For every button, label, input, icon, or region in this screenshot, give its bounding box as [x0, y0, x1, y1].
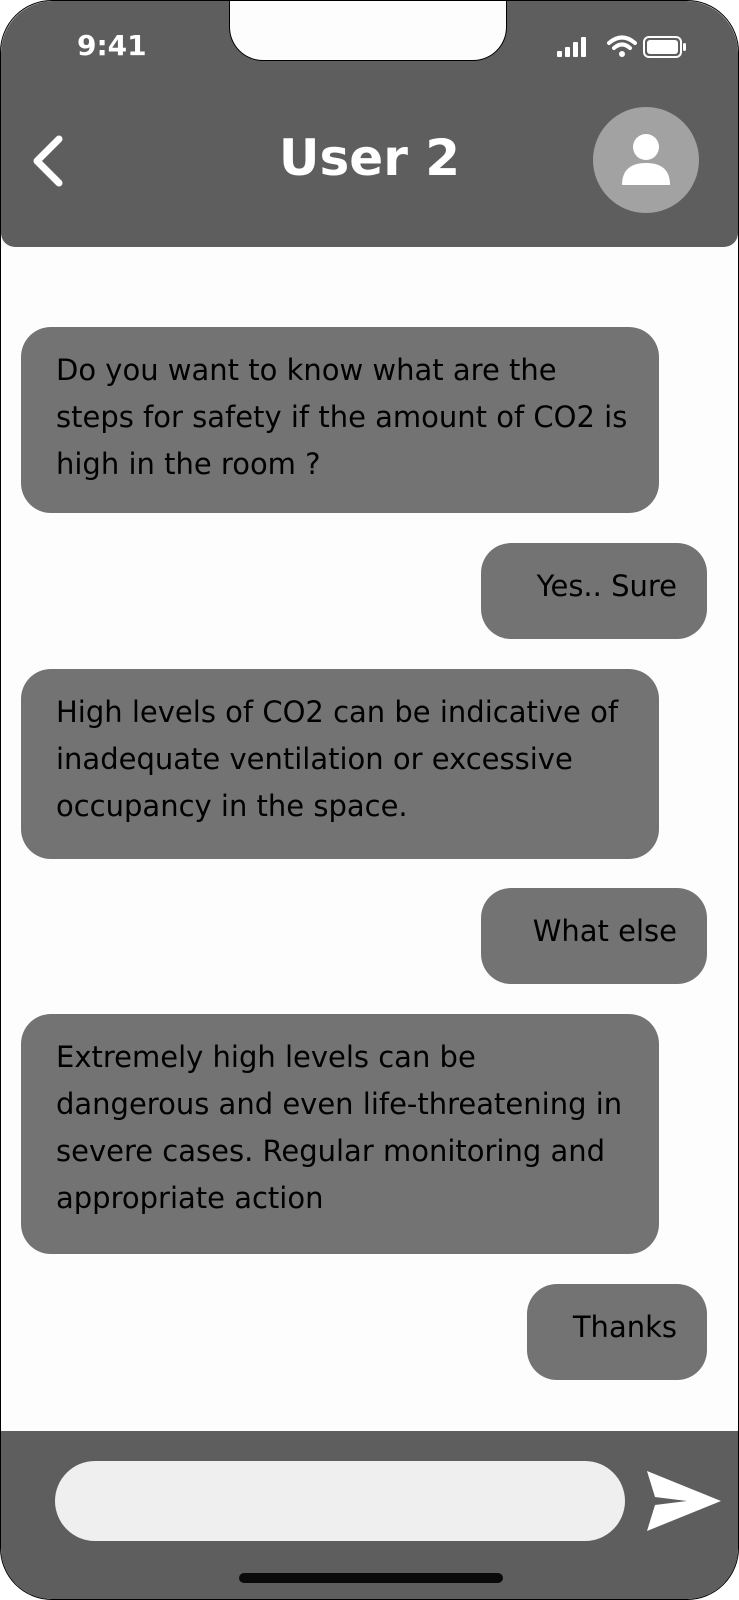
message-outgoing: Thanks [527, 1284, 707, 1380]
send-button[interactable] [643, 1465, 725, 1537]
battery-icon [643, 36, 686, 58]
message-incoming: Extremely high levels can be dangerous a… [21, 1014, 659, 1254]
user-icon [622, 134, 670, 185]
chat-header: 9:41 User 2 [1, 1, 738, 247]
status-time: 9:41 [77, 29, 147, 62]
status-icons [557, 35, 687, 59]
message-outgoing: Yes.. Sure [481, 543, 707, 639]
avatar[interactable] [593, 107, 699, 213]
composer-bar [1, 1431, 738, 1599]
home-indicator [239, 1573, 503, 1583]
message-input[interactable] [55, 1461, 625, 1541]
message-outgoing: What else [481, 888, 707, 984]
signal-icon [557, 37, 586, 57]
phone-screen: 9:41 User 2 Do you want to know what are… [0, 0, 739, 1600]
send-icon [647, 1471, 721, 1531]
message-incoming: Do you want to know what are the steps f… [21, 327, 659, 513]
message-incoming: High levels of CO2 can be indicative of … [21, 669, 659, 859]
notch [229, 1, 507, 61]
wifi-icon [607, 35, 637, 57]
